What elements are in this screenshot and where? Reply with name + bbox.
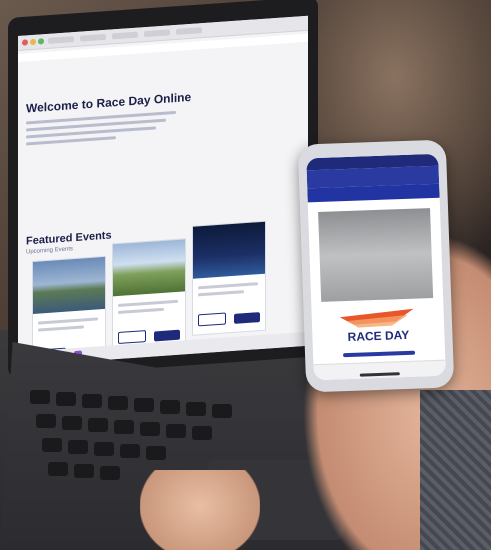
keyboard-key[interactable]	[134, 398, 154, 412]
phone-video-player[interactable]	[318, 208, 434, 302]
event-register-button[interactable]	[154, 329, 180, 342]
keyboard-key[interactable]	[62, 416, 82, 430]
shirt-sleeve	[420, 390, 491, 550]
event-text	[118, 307, 164, 315]
browser-maximize-icon[interactable]	[38, 38, 44, 45]
phone-screen: RACE DAY	[306, 153, 446, 381]
svg-text:RACE DAY: RACE DAY	[347, 328, 409, 344]
phone-bottom-bar	[313, 359, 446, 381]
event-image	[33, 256, 105, 314]
photo-scene: Welcome to Race Day Online Featured Even…	[0, 0, 491, 550]
keyboard-key[interactable]	[100, 466, 120, 480]
keyboard-key[interactable]	[212, 404, 232, 418]
home-indicator[interactable]	[359, 372, 400, 377]
keyboard-key[interactable]	[160, 400, 180, 414]
event-image	[113, 239, 185, 297]
keyboard-key[interactable]	[140, 422, 160, 436]
keyboard-key[interactable]	[36, 414, 56, 428]
event-text	[38, 317, 98, 325]
keyboard-key[interactable]	[108, 396, 128, 410]
keyboard-key[interactable]	[186, 402, 206, 416]
keyboard-key[interactable]	[56, 392, 76, 406]
keyboard-key[interactable]	[166, 424, 186, 438]
laptop-screen: Welcome to Race Day Online Featured Even…	[18, 15, 308, 367]
event-text	[118, 299, 178, 308]
event-details-button[interactable]	[198, 312, 226, 327]
keyboard-key[interactable]	[88, 418, 108, 432]
event-register-button[interactable]	[234, 312, 260, 324]
keyboard-key[interactable]	[30, 390, 50, 404]
keyboard-key[interactable]	[48, 462, 68, 476]
event-card[interactable]	[192, 220, 266, 336]
browser-tab[interactable]	[80, 33, 106, 42]
event-text	[198, 282, 258, 290]
keyboard-key[interactable]	[42, 438, 62, 452]
event-text	[198, 290, 244, 297]
phone-footer-link[interactable]	[343, 350, 416, 358]
section-subtitle: Upcoming Events	[26, 246, 74, 256]
browser-tab[interactable]	[144, 29, 170, 38]
event-details-button[interactable]	[118, 330, 146, 345]
browser-tab[interactable]	[176, 27, 202, 35]
hand-on-trackpad	[140, 470, 260, 550]
browser-minimize-icon[interactable]	[30, 38, 36, 46]
browser-close-icon[interactable]	[22, 39, 28, 46]
browser-tab[interactable]	[48, 36, 74, 44]
smartphone: RACE DAY	[297, 139, 455, 393]
keyboard-key[interactable]	[68, 440, 88, 454]
intro-text-line	[26, 136, 116, 146]
keyboard-key[interactable]	[74, 464, 94, 478]
keyboard-key[interactable]	[192, 426, 212, 440]
keyboard-key[interactable]	[120, 444, 140, 458]
browser-tab[interactable]	[112, 31, 138, 40]
event-image	[193, 221, 265, 279]
keyboard-key[interactable]	[94, 442, 114, 456]
race-day-logo: RACE DAY	[339, 308, 414, 344]
keyboard-key[interactable]	[114, 420, 134, 434]
keyboard-key[interactable]	[82, 394, 102, 408]
event-text	[38, 325, 84, 332]
keyboard-key[interactable]	[146, 446, 166, 460]
event-card[interactable]	[112, 238, 186, 354]
section-title: Featured Events	[26, 229, 112, 248]
